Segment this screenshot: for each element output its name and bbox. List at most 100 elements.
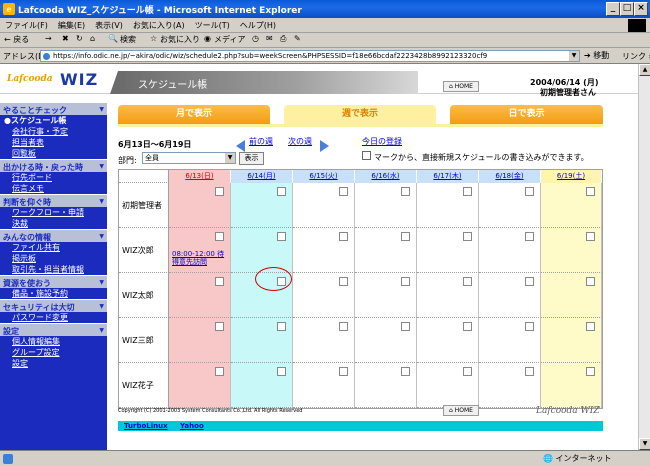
go-button[interactable]: ➔ 移動 <box>584 50 609 61</box>
next-week-arrow-icon[interactable] <box>320 140 329 152</box>
collapse-triangle-icon[interactable]: ▼ <box>99 106 104 113</box>
vertical-scrollbar[interactable]: ▲ ▼ <box>638 64 650 450</box>
schedule-cell[interactable] <box>293 318 355 363</box>
menu-help[interactable]: ヘルプ(H) <box>235 18 281 31</box>
new-entry-checkbox-icon[interactable] <box>463 322 472 331</box>
new-entry-checkbox-icon[interactable] <box>277 232 286 241</box>
schedule-cell[interactable] <box>541 183 602 228</box>
collapse-triangle-icon[interactable]: ▼ <box>99 233 104 240</box>
collapse-triangle-icon[interactable]: ▼ <box>99 279 104 286</box>
new-entry-checkbox-icon[interactable] <box>339 187 348 196</box>
new-entry-checkbox-icon[interactable] <box>525 322 534 331</box>
dept-select[interactable]: 全員 <box>142 152 236 164</box>
sidebar-item[interactable]: 個人情報編集 <box>0 336 107 347</box>
schedule-cell[interactable] <box>293 183 355 228</box>
collapse-triangle-icon[interactable]: ▼ <box>99 327 104 334</box>
schedule-cell[interactable] <box>231 228 293 273</box>
schedule-cell[interactable] <box>355 183 417 228</box>
collapse-triangle-icon[interactable]: ▼ <box>99 198 104 205</box>
day-header[interactable]: 6/18(金) <box>479 170 541 183</box>
new-entry-checkbox-icon[interactable] <box>463 277 472 286</box>
tab-month[interactable]: 月で表示 <box>118 105 270 124</box>
schedule-cell[interactable] <box>541 228 602 273</box>
favorites-icon[interactable]: ☆ <box>150 34 157 43</box>
forward-button[interactable]: → <box>45 34 52 43</box>
sidebar-item[interactable]: ファイル共有 <box>0 242 107 253</box>
schedule-cell[interactable] <box>169 273 231 318</box>
schedule-cell[interactable] <box>417 228 479 273</box>
menu-edit[interactable]: 編集(E) <box>53 18 90 31</box>
edit-icon[interactable]: ✎ <box>294 34 301 43</box>
new-entry-checkbox-icon[interactable] <box>525 277 534 286</box>
show-button[interactable]: 表示 <box>239 152 264 165</box>
sidebar-item[interactable]: 備品・施設予約 <box>0 288 107 299</box>
prev-week-arrow-icon[interactable] <box>236 140 245 152</box>
schedule-cell[interactable] <box>479 363 541 408</box>
menu-favorites[interactable]: お気に入り(A) <box>128 18 190 31</box>
link-yahoo[interactable]: Yahoo <box>180 421 204 431</box>
collapse-triangle-icon[interactable]: ▼ <box>99 163 104 170</box>
link-turbolinux[interactable]: TurboLinux <box>124 421 168 431</box>
new-entry-checkbox-icon[interactable] <box>401 322 410 331</box>
schedule-cell[interactable] <box>231 183 293 228</box>
back-button[interactable]: ← 戻る <box>4 34 29 45</box>
sidebar-item[interactable]: 会社行事・予定 <box>0 126 107 137</box>
new-entry-checkbox-icon[interactable] <box>463 232 472 241</box>
maximize-button[interactable]: □ <box>620 2 634 16</box>
schedule-cell[interactable] <box>231 363 293 408</box>
print-icon[interactable]: ⎙ <box>280 34 286 44</box>
schedule-cell[interactable] <box>293 273 355 318</box>
stop-icon[interactable]: ✖ <box>62 34 69 43</box>
new-entry-checkbox-icon[interactable] <box>525 232 534 241</box>
today-register-link[interactable]: 今日の登録 <box>362 136 402 147</box>
schedule-cell[interactable]: 08:00-12:00 待得意先訪問 <box>169 228 231 273</box>
new-entry-checkbox-icon[interactable] <box>401 232 410 241</box>
sidebar-item[interactable]: 掲示板 <box>0 253 107 264</box>
media-icon[interactable]: ◉ <box>204 34 211 43</box>
day-header[interactable]: 6/19(土) <box>541 170 602 183</box>
new-entry-checkbox-icon[interactable] <box>339 232 348 241</box>
new-entry-checkbox-icon[interactable] <box>401 187 410 196</box>
tab-week[interactable]: 週で表示 <box>284 105 436 124</box>
collapse-triangle-icon[interactable]: ▼ <box>99 303 104 310</box>
schedule-cell[interactable] <box>479 273 541 318</box>
day-header[interactable]: 6/16(水) <box>355 170 417 183</box>
new-entry-checkbox-icon[interactable] <box>586 277 595 286</box>
day-header[interactable]: 6/14(月) <box>231 170 293 183</box>
new-entry-checkbox-icon[interactable] <box>586 322 595 331</box>
new-entry-checkbox-icon[interactable] <box>215 187 224 196</box>
appointment-entry[interactable]: 08:00-12:00 待得意先訪問 <box>172 250 224 266</box>
day-header[interactable]: 6/17(木) <box>417 170 479 183</box>
tab-day[interactable]: 日で表示 <box>450 105 603 124</box>
search-icon[interactable]: 🔍 <box>108 34 118 43</box>
schedule-cell[interactable] <box>293 228 355 273</box>
schedule-cell[interactable] <box>231 318 293 363</box>
sidebar-item[interactable]: 回覧板 <box>0 148 107 159</box>
links-button[interactable]: リンク » <box>622 51 650 62</box>
media-button[interactable]: メディア <box>214 34 245 45</box>
new-entry-checkbox-icon[interactable] <box>525 367 534 376</box>
menu-tools[interactable]: ツール(T) <box>190 18 235 31</box>
sidebar-item[interactable]: パスワード変更 <box>0 312 107 323</box>
minimize-button[interactable]: _ <box>606 2 620 16</box>
new-entry-checkbox-icon[interactable] <box>215 232 224 241</box>
schedule-cell[interactable] <box>293 363 355 408</box>
sidebar-item[interactable]: 設定 <box>0 358 107 369</box>
refresh-icon[interactable]: ↻ <box>76 34 83 43</box>
menu-view[interactable]: 表示(V) <box>90 18 128 31</box>
address-input[interactable]: https://info.odic.ne.jp/~akira/odic/wiz/… <box>40 50 580 62</box>
scroll-down-icon[interactable]: ▼ <box>639 438 650 450</box>
schedule-cell[interactable] <box>355 273 417 318</box>
new-entry-checkbox-icon[interactable] <box>463 367 472 376</box>
sidebar-item[interactable]: 行先ボード <box>0 172 107 183</box>
schedule-cell[interactable] <box>541 363 602 408</box>
schedule-cell[interactable] <box>479 318 541 363</box>
sidebar-item[interactable]: 担当者表 <box>0 137 107 148</box>
home-icon[interactable]: ⌂ <box>90 34 95 43</box>
new-entry-checkbox-icon[interactable] <box>401 277 410 286</box>
new-entry-checkbox-icon[interactable] <box>401 367 410 376</box>
next-week-link[interactable]: 次の週 <box>288 136 312 147</box>
scroll-up-icon[interactable]: ▲ <box>639 64 650 76</box>
new-entry-checkbox-icon[interactable] <box>586 367 595 376</box>
sidebar-item[interactable]: ●スケジュール帳 <box>0 115 107 126</box>
